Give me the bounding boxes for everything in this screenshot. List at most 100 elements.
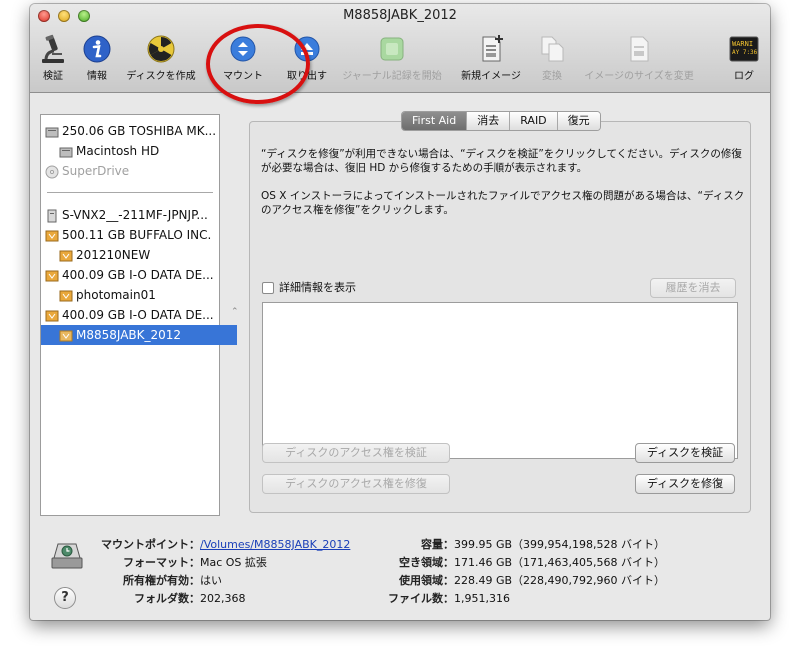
capacity-row: 容量：399.95 GB（399,954,198,528 バイト）: [368, 538, 665, 552]
log-toolbar-button[interactable]: WARNI AY 7:36 ログ: [724, 34, 764, 82]
info-toolbar-button[interactable]: 情報: [80, 34, 114, 82]
external-volume-icon: [59, 330, 73, 341]
owners-enabled-key: 所有権が有効：: [123, 574, 200, 587]
sidebar-item-photomain01[interactable]: photomain01: [41, 285, 237, 305]
mount-point-link[interactable]: /Volumes/M8858JABK_2012: [200, 538, 350, 551]
verify-permissions-button[interactable]: ディスクのアクセス権を検証: [262, 443, 450, 463]
clear-history-button[interactable]: 履歴を消去: [650, 278, 736, 298]
used-key: 使用領域：: [399, 574, 454, 587]
window-title: M8858JABK_2012: [343, 8, 457, 23]
sidebar-separator: [47, 192, 213, 193]
owners-enabled-row: 所有権が有効：はい: [86, 574, 222, 588]
hard-drive-icon: [59, 147, 73, 157]
owners-enabled-value: はい: [200, 574, 222, 587]
info-label: 情報: [87, 71, 107, 82]
sidebar-item-label: 250.06 GB TOSHIBA MK...: [62, 124, 217, 138]
new-image-label: 新規イメージ: [461, 71, 521, 82]
external-drive-icon: [45, 270, 59, 281]
sidebar-item-label: 400.09 GB I-O DATA DE...: [62, 268, 214, 282]
help-button[interactable]: ?: [54, 587, 76, 609]
format-row: フォーマット：Mac OS 拡張: [86, 556, 267, 570]
burn-radiation-icon: [147, 35, 175, 63]
resize-image-icon: [630, 36, 649, 62]
repair-disk-button[interactable]: ディスクを修復: [635, 474, 735, 494]
available-value: 171.46 GB（171,463,405,568 バイト）: [454, 556, 666, 569]
used-value: 228.49 GB（228,490,792,960 バイト）: [454, 574, 666, 587]
first-aid-description-2: OS X インストーラによってインストールされたファイルでアクセス権の問題がある…: [261, 190, 745, 216]
sidebar-item-label: Macintosh HD: [76, 144, 160, 158]
available-key: 空き領域：: [399, 556, 454, 569]
disk-list-sidebar[interactable]: 250.06 GB TOSHIBA MK... Macintosh HD Sup…: [40, 114, 237, 516]
file-count-row: ファイル数：1,951,316: [368, 592, 510, 606]
splitter-handle[interactable]: ⌃: [231, 307, 239, 317]
sidebar-item-iodata-disk-2[interactable]: 400.09 GB I-O DATA DE...: [41, 305, 223, 325]
resize-image-toolbar-button[interactable]: イメージのサイズを変更: [576, 34, 702, 82]
tab-raid[interactable]: RAID: [509, 112, 557, 130]
journal-icon: [380, 37, 404, 61]
show-details-label: 詳細情報を表示: [279, 281, 356, 294]
external-drive-icon: [45, 310, 59, 321]
resize-image-label: イメージのサイズを変更: [584, 71, 694, 82]
first-aid-log-area[interactable]: [262, 302, 738, 459]
burn-label: ディスクを作成: [126, 71, 196, 82]
sidebar-item-label: 500.11 GB BUFFALO INC.: [62, 228, 212, 242]
sidebar-item-label: S-VNX2__-211MF-JPNJP...: [62, 208, 208, 222]
external-drive-icon: [47, 209, 57, 222]
tab-restore[interactable]: 復元: [556, 112, 600, 130]
new-image-toolbar-button[interactable]: 新規イメージ: [456, 34, 526, 82]
mount-highlight-annotation: [206, 24, 310, 104]
verify-toolbar-button[interactable]: 検証: [36, 34, 70, 82]
show-details-option[interactable]: 詳細情報を表示: [262, 281, 356, 295]
show-details-checkbox[interactable]: [262, 282, 274, 294]
enable-journaling-toolbar-button[interactable]: ジャーナル記録を開始: [336, 34, 448, 82]
tab-erase[interactable]: 消去: [466, 112, 510, 130]
first-aid-description-1: “ディスクを修復”が利用できない場合は、“ディスクを検証”をクリックしてください…: [261, 148, 742, 174]
repair-permissions-button[interactable]: ディスクのアクセス権を修復: [262, 474, 450, 494]
sidebar-item-macintosh-hd[interactable]: Macintosh HD: [41, 141, 237, 161]
used-row: 使用領域：228.49 GB（228,490,792,960 バイト）: [368, 574, 665, 588]
folder-count-row: フォルダ数：202,368: [86, 592, 246, 606]
file-count-value: 1,951,316: [454, 592, 510, 605]
burn-toolbar-button[interactable]: ディスクを作成: [120, 34, 202, 82]
mount-point-row: マウントポイント：/Volumes/M8858JABK_2012: [86, 538, 350, 552]
folder-count-key: フォルダ数：: [134, 592, 200, 605]
sidebar-item-buffalo-disk[interactable]: 500.11 GB BUFFALO INC.: [41, 225, 223, 245]
capacity-value: 399.95 GB（399,954,198,528 バイト）: [454, 538, 666, 551]
optical-disc-icon: [45, 165, 59, 178]
sidebar-item-label: SuperDrive: [62, 164, 130, 178]
log-label: ログ: [734, 71, 754, 82]
sidebar-item-label: 201210NEW: [76, 248, 151, 262]
new-image-icon: [482, 35, 503, 62]
sidebar-item-superdrive[interactable]: SuperDrive: [41, 161, 223, 181]
log-icon-line-2: AY 7:36: [732, 49, 758, 56]
sidebar-item-toshiba-disk[interactable]: 250.06 GB TOSHIBA MK...: [41, 121, 223, 141]
sidebar-item-svnx2-disk[interactable]: S-VNX2__-211MF-JPNJP...: [41, 205, 223, 225]
verify-disk-button[interactable]: ディスクを検証: [635, 443, 735, 463]
sidebar-item-201210new[interactable]: 201210NEW: [41, 245, 237, 265]
format-value: Mac OS 拡張: [200, 556, 267, 569]
hard-drive-icon: [45, 127, 59, 137]
convert-label: 変換: [542, 71, 562, 82]
external-volume-icon: [59, 290, 73, 301]
sidebar-item-label: M8858JABK_2012: [76, 328, 182, 342]
sidebar-item-iodata-disk-1[interactable]: 400.09 GB I-O DATA DE...: [41, 265, 223, 285]
sidebar-item-label: photomain01: [76, 288, 156, 302]
microscope-icon: [42, 34, 64, 63]
convert-icon: [541, 36, 564, 62]
external-volume-icon: [59, 250, 73, 261]
file-count-key: ファイル数：: [388, 592, 454, 605]
capacity-key: 容量：: [421, 538, 454, 551]
format-key: フォーマット：: [123, 556, 200, 569]
sidebar-item-m8858jabk-2012[interactable]: M8858JABK_2012: [41, 325, 237, 345]
toolbar: M8858JABK_2012 検証 情報 ディスクを作成 マウント 取り出す ジ…: [30, 4, 770, 104]
mount-point-key: マウントポイント：: [101, 538, 200, 551]
convert-toolbar-button[interactable]: 変換: [532, 34, 572, 82]
verify-label: 検証: [43, 71, 63, 82]
time-machine-drive-icon: [51, 543, 83, 569]
tab-bar: First Aid 消去 RAID 復元: [401, 111, 601, 131]
log-icon-line-1: WARNI: [732, 40, 753, 48]
available-row: 空き領域：171.46 GB（171,463,405,568 バイト）: [368, 556, 665, 570]
external-drive-icon: [45, 230, 59, 241]
tab-first-aid[interactable]: First Aid: [402, 112, 467, 130]
console-log-icon: WARNI AY 7:36: [729, 36, 759, 62]
